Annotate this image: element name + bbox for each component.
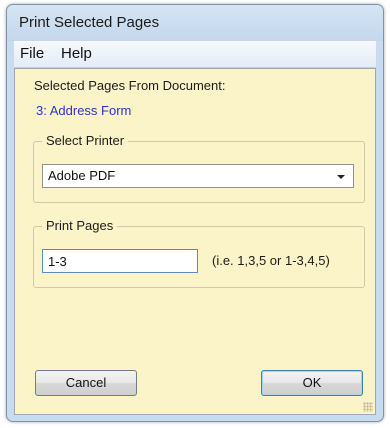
cancel-button[interactable]: Cancel (35, 370, 137, 396)
resize-grip-icon[interactable] (363, 402, 373, 412)
menu-file[interactable]: File (20, 45, 44, 62)
dialog-body: Selected Pages From Document: 3: Address… (14, 68, 376, 415)
window-title: Print Selected Pages (19, 14, 160, 31)
print-pages-group: Print Pages (i.e. 1,3,5 or 1-3,4,5) (33, 218, 365, 288)
selected-pages-label: Selected Pages From Document: (34, 78, 226, 93)
printer-select[interactable]: Adobe PDF (42, 164, 354, 188)
printer-select-value: Adobe PDF (48, 168, 116, 183)
select-printer-group-label: Select Printer (42, 133, 129, 148)
ok-button[interactable]: OK (261, 370, 363, 396)
selected-page-item: 3: Address Form (36, 103, 132, 118)
select-printer-group: Select Printer Adobe PDF (33, 133, 365, 203)
title-bar[interactable]: Print Selected Pages (7, 5, 383, 41)
dropdown-arrow-icon[interactable] (337, 175, 345, 179)
print-pages-hint: (i.e. 1,3,5 or 1-3,4,5) (212, 253, 330, 268)
print-pages-input[interactable] (42, 249, 198, 273)
print-dialog-window: Print Selected Pages File Help Selected … (6, 4, 384, 422)
menu-help[interactable]: Help (61, 45, 92, 62)
menu-bar: File Help (14, 41, 376, 68)
print-pages-group-label: Print Pages (42, 218, 118, 233)
